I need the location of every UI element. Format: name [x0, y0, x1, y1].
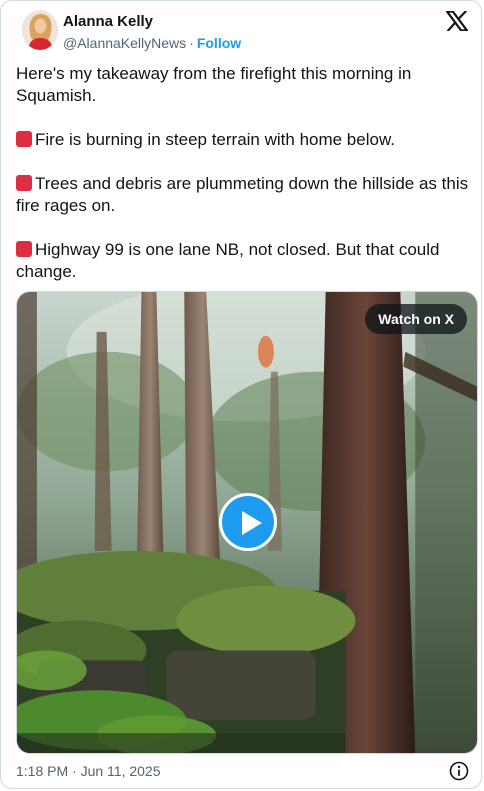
red-square-icon — [16, 131, 32, 147]
tweet-paragraph-text: Fire is burning in steep terrain with ho… — [35, 130, 396, 149]
tweet-text: Here's my takeaway from the firefight th… — [16, 63, 471, 283]
author-handle[interactable]: @AlannaKellyNews — [63, 35, 186, 51]
handle-separator: · — [189, 35, 194, 51]
info-icon[interactable] — [449, 761, 469, 781]
follow-button[interactable]: Follow — [197, 35, 241, 51]
tweet-card: Alanna Kelly @AlannaKellyNews · Follow Her… — [0, 0, 482, 789]
tweet-paragraph-text: Trees and debris are plummeting down the… — [16, 174, 469, 215]
tweet-paragraph-text: Here's my takeaway from the firefight th… — [16, 64, 412, 105]
play-button[interactable] — [219, 493, 277, 551]
tweet-paragraph-terrain: Fire is burning in steep terrain with ho… — [16, 129, 471, 151]
author-name[interactable]: Alanna Kelly — [63, 13, 153, 31]
x-logo-icon[interactable] — [445, 10, 469, 32]
tweet-header: Alanna Kelly @AlannaKellyNews · Follow — [1, 1, 481, 61]
tweet-paragraph-text: Highway 99 is one lane NB, not closed. B… — [16, 240, 440, 281]
author-handle-row: @AlannaKellyNews · Follow — [63, 34, 241, 52]
red-square-icon — [16, 175, 32, 191]
tweet-paragraph-intro: Here's my takeaway from the firefight th… — [16, 63, 471, 107]
tweet-footer: 1:18 PM · Jun 11, 2025 — [16, 761, 469, 783]
avatar[interactable] — [22, 10, 58, 50]
tweet-timestamp[interactable]: 1:18 PM · Jun 11, 2025 — [16, 763, 161, 779]
tweet-paragraph-debris: Trees and debris are plummeting down the… — [16, 173, 471, 217]
watch-on-x-button[interactable]: Watch on X — [365, 304, 467, 334]
tweet-paragraph-highway: Highway 99 is one lane NB, not closed. B… — [16, 239, 471, 283]
video-thumbnail[interactable]: Watch on X — [16, 291, 478, 754]
play-icon — [242, 511, 262, 535]
red-square-icon — [16, 241, 32, 257]
